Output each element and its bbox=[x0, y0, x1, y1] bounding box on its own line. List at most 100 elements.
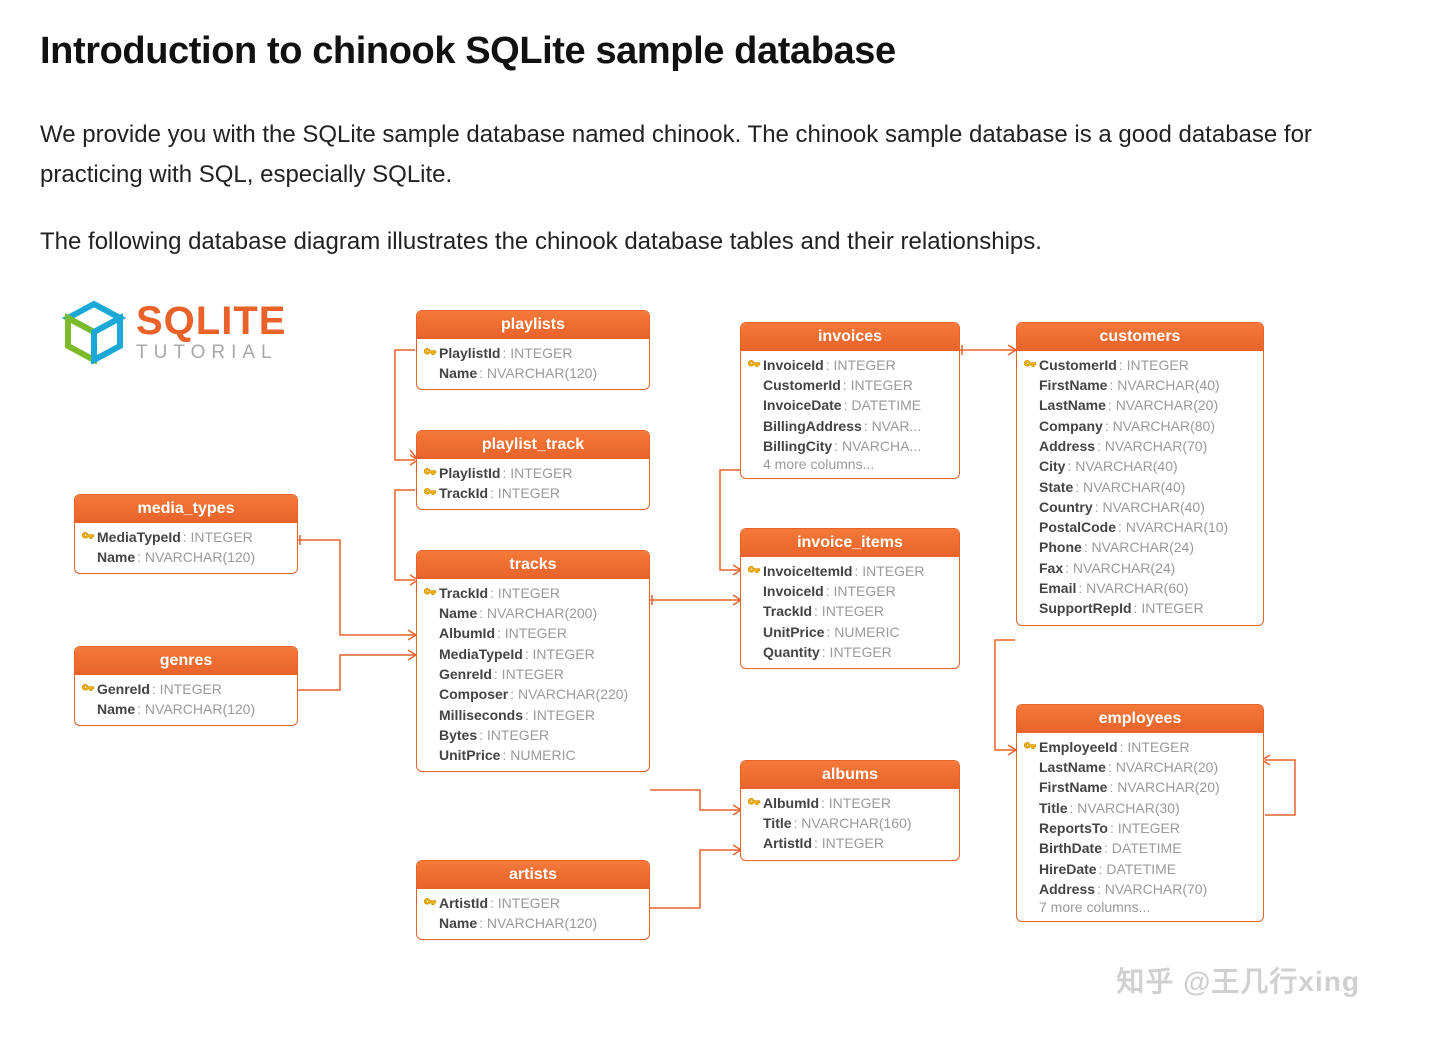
field-type: : NVARCHAR(70) bbox=[1097, 879, 1207, 899]
entity-genres: genresGenreId: INTEGERName: NVARCHAR(120… bbox=[74, 646, 298, 727]
field-name: PlaylistId bbox=[439, 463, 500, 483]
more-columns: 7 more columns... bbox=[1021, 899, 1255, 915]
field-name: BillingAddress bbox=[763, 416, 862, 436]
entity-invoices: invoicesInvoiceId: INTEGERCustomerId: IN… bbox=[740, 322, 960, 479]
field-row: PostalCode: NVARCHAR(10) bbox=[1021, 517, 1255, 537]
field-name: Company bbox=[1039, 416, 1103, 436]
field-name: State bbox=[1039, 477, 1073, 497]
field-type: : INTEGER bbox=[502, 463, 572, 483]
intro-paragraph: We provide you with the SQLite sample da… bbox=[40, 115, 1400, 194]
field-type: : NVARCHAR(200) bbox=[479, 603, 597, 623]
field-row: Name: NVARCHAR(120) bbox=[421, 913, 641, 933]
field-type: : NVARCHAR(120) bbox=[479, 913, 597, 933]
field-type: : INTEGER bbox=[1120, 737, 1190, 757]
field-type: : INTEGER bbox=[490, 893, 560, 913]
field-name: FirstName bbox=[1039, 375, 1107, 395]
field-name: Name bbox=[439, 363, 477, 383]
field-type: : NVARCHAR(120) bbox=[479, 363, 597, 383]
entity-body: AlbumId: INTEGERTitle: NVARCHAR(160)Arti… bbox=[741, 789, 959, 860]
field-row: Quantity: INTEGER bbox=[745, 642, 951, 662]
field-row: AlbumId: INTEGER bbox=[745, 793, 951, 813]
key-icon bbox=[421, 586, 439, 600]
field-name: Title bbox=[1039, 798, 1068, 818]
field-name: InvoiceId bbox=[763, 581, 824, 601]
field-row: InvoiceDate: DATETIME bbox=[745, 395, 951, 415]
field-type: : NVARCHAR(40) bbox=[1109, 375, 1219, 395]
field-name: Title bbox=[763, 813, 792, 833]
field-type: : DATETIME bbox=[1104, 838, 1182, 858]
field-row: MediaTypeId: INTEGER bbox=[421, 644, 641, 664]
field-row: FirstName: NVARCHAR(20) bbox=[1021, 777, 1255, 797]
entity-employees: employeesEmployeeId: INTEGERLastName: NV… bbox=[1016, 704, 1264, 922]
entity-playlist-track: playlist_trackPlaylistId: INTEGERTrackId… bbox=[416, 430, 650, 511]
entity-body: ArtistId: INTEGERName: NVARCHAR(120) bbox=[417, 889, 649, 940]
field-name: ArtistId bbox=[439, 893, 488, 913]
field-type: : NVARCHAR(120) bbox=[137, 699, 255, 719]
key-icon bbox=[1021, 358, 1039, 372]
more-columns: 4 more columns... bbox=[745, 456, 951, 472]
entity-title: tracks bbox=[417, 551, 649, 579]
watermark: 知乎 @王几行xing bbox=[1116, 960, 1360, 1000]
field-row: Address: NVARCHAR(70) bbox=[1021, 436, 1255, 456]
field-row: Composer: NVARCHAR(220) bbox=[421, 684, 641, 704]
field-name: LastName bbox=[1039, 395, 1106, 415]
entity-body: TrackId: INTEGERName: NVARCHAR(200)Album… bbox=[417, 579, 649, 772]
key-icon bbox=[745, 564, 763, 578]
field-row: Name: NVARCHAR(120) bbox=[79, 547, 289, 567]
field-row: ArtistId: INTEGER bbox=[745, 833, 951, 853]
field-type: : INTEGER bbox=[1119, 355, 1189, 375]
field-type: : INTEGER bbox=[490, 583, 560, 603]
field-row: Name: NVARCHAR(120) bbox=[79, 699, 289, 719]
field-name: Bytes bbox=[439, 725, 477, 745]
field-row: CustomerId: INTEGER bbox=[1021, 355, 1255, 375]
field-type: : NUMERIC bbox=[502, 745, 575, 765]
field-row: Fax: NVARCHAR(24) bbox=[1021, 558, 1255, 578]
field-type: : INTEGER bbox=[183, 527, 253, 547]
entity-title: albums bbox=[741, 761, 959, 789]
field-type: : NVARCHAR(24) bbox=[1065, 558, 1175, 578]
field-name: Milliseconds bbox=[439, 705, 523, 725]
field-name: LastName bbox=[1039, 757, 1106, 777]
field-name: UnitPrice bbox=[763, 622, 824, 642]
field-row: City: NVARCHAR(40) bbox=[1021, 456, 1255, 476]
field-row: LastName: NVARCHAR(20) bbox=[1021, 395, 1255, 415]
entity-title: invoices bbox=[741, 323, 959, 351]
field-type: : INTEGER bbox=[1110, 818, 1180, 838]
entity-playlists: playlistsPlaylistId: INTEGERName: NVARCH… bbox=[416, 310, 650, 391]
field-row: UnitPrice: NUMERIC bbox=[421, 745, 641, 765]
field-row: BillingAddress: NVAR... bbox=[745, 416, 951, 436]
field-row: SupportRepId: INTEGER bbox=[1021, 598, 1255, 618]
field-row: UnitPrice: NUMERIC bbox=[745, 622, 951, 642]
field-name: Name bbox=[97, 547, 135, 567]
field-type: : NVARCHAR(20) bbox=[1108, 757, 1218, 777]
entity-body: PlaylistId: INTEGERName: NVARCHAR(120) bbox=[417, 339, 649, 390]
field-name: Email bbox=[1039, 578, 1076, 598]
field-name: HireDate bbox=[1039, 859, 1097, 879]
field-row: ReportsTo: INTEGER bbox=[1021, 818, 1255, 838]
field-row: Address: NVARCHAR(70) bbox=[1021, 879, 1255, 899]
field-type: : INTEGER bbox=[822, 642, 892, 662]
field-row: Company: NVARCHAR(80) bbox=[1021, 416, 1255, 436]
field-name: BirthDate bbox=[1039, 838, 1102, 858]
key-icon bbox=[421, 466, 439, 480]
field-row: BirthDate: DATETIME bbox=[1021, 838, 1255, 858]
sqlite-tutorial-logo: SQLITE TUTORIAL bbox=[62, 300, 286, 364]
entity-title: playlists bbox=[417, 311, 649, 339]
field-type: : NVARCHAR(20) bbox=[1109, 777, 1219, 797]
field-name: MediaTypeId bbox=[439, 644, 523, 664]
field-row: HireDate: DATETIME bbox=[1021, 859, 1255, 879]
entity-invoice-items: invoice_itemsInvoiceItemId: INTEGERInvoi… bbox=[740, 528, 960, 669]
field-type: : INTEGER bbox=[525, 644, 595, 664]
field-type: : INTEGER bbox=[854, 561, 924, 581]
field-name: EmployeeId bbox=[1039, 737, 1118, 757]
field-row: TrackId: INTEGER bbox=[745, 601, 951, 621]
field-name: AlbumId bbox=[763, 793, 819, 813]
field-row: EmployeeId: INTEGER bbox=[1021, 737, 1255, 757]
entity-body: InvoiceItemId: INTEGERInvoiceId: INTEGER… bbox=[741, 557, 959, 668]
field-row: Milliseconds: INTEGER bbox=[421, 705, 641, 725]
field-row: TrackId: INTEGER bbox=[421, 583, 641, 603]
field-type: : DATETIME bbox=[844, 395, 922, 415]
er-diagram: SQLITE TUTORIAL media_typesMediaTypeId: … bbox=[40, 290, 1400, 1010]
field-row: CustomerId: INTEGER bbox=[745, 375, 951, 395]
field-name: InvoiceDate bbox=[763, 395, 842, 415]
